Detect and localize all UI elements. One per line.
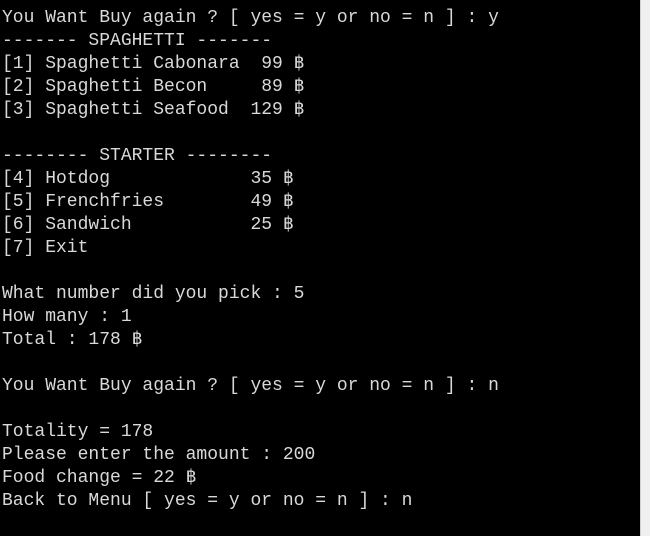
console-line-menu-item-5: [5] Frenchfries 49 ฿: [2, 192, 294, 212]
console-line-menu-item-4: [4] Hotdog 35 ฿: [2, 169, 294, 189]
console-line-back-to-menu-prompt: Back to Menu [ yes = y or no = n ] : n: [2, 491, 413, 511]
console-line-menu-item-6: [6] Sandwich 25 ฿: [2, 215, 294, 235]
console-line-total: Total : 178 ฿: [2, 330, 143, 350]
console-window[interactable]: You Want Buy again ? [ yes = y or no = n…: [0, 0, 640, 536]
console-line-pick-prompt: What number did you pick : 5: [2, 284, 305, 304]
vertical-scrollbar[interactable]: [640, 0, 650, 536]
console-line-totality: Totality = 178: [2, 422, 154, 442]
console-line-amount-prompt: Please enter the amount : 200: [2, 445, 316, 465]
console-line-menu-item-3: [3] Spaghetti Seafood 129 ฿: [2, 100, 305, 120]
console-line-menu-item-1: [1] Spaghetti Cabonara 99 ฿: [2, 54, 305, 74]
console-line-quantity-prompt: How many : 1: [2, 307, 132, 327]
console-line-starter-header: -------- STARTER --------: [2, 146, 273, 166]
console-line-spaghetti-header: ------- SPAGHETTI -------: [2, 31, 273, 51]
console-line-buy-again-prompt: You Want Buy again ? [ yes = y or no = n…: [2, 376, 499, 396]
console-line-menu-item-7: [7] Exit: [2, 238, 89, 258]
console-line-change: Food change = 22 ฿: [2, 468, 197, 488]
console-line-menu-item-2: [2] Spaghetti Becon 89 ฿: [2, 77, 305, 97]
console-line-buy-again-prompt: You Want Buy again ? [ yes = y or no = n…: [2, 8, 499, 28]
